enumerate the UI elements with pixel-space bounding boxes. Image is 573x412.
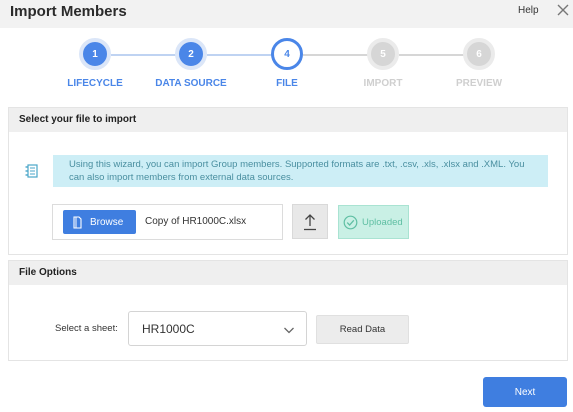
chevron-down-icon xyxy=(284,327,294,334)
select-file-header: Select your file to import xyxy=(9,108,567,132)
step-number: 1 xyxy=(79,38,111,70)
close-icon[interactable] xyxy=(556,3,570,17)
step-number: 6 xyxy=(463,38,495,70)
file-options-header: File Options xyxy=(9,261,567,285)
file-icon xyxy=(73,215,82,229)
browse-label: Browse xyxy=(90,216,124,228)
read-data-button[interactable]: Read Data xyxy=(316,315,409,344)
browse-button[interactable]: Browse xyxy=(63,210,136,234)
wizard-stepper: 1 LIFECYCLE 2 DATA SOURCE 4 FILE 5 IMPOR… xyxy=(0,38,573,98)
upload-button[interactable] xyxy=(292,204,328,239)
step-number: 5 xyxy=(367,38,399,70)
file-name: Copy of HR1000C.xlsx xyxy=(145,216,247,227)
sheet-label: Select a sheet: xyxy=(55,323,118,334)
sheet-select[interactable]: HR1000C xyxy=(128,311,307,346)
next-button[interactable]: Next xyxy=(483,377,567,407)
help-link[interactable]: Help xyxy=(518,5,539,16)
file-picker: Browse Copy of HR1000C.xlsx xyxy=(52,204,283,240)
dialog-titlebar: Import Members Help xyxy=(0,0,573,28)
step-label: PREVIEW xyxy=(455,78,503,89)
step-number: 2 xyxy=(175,38,207,70)
upload-status-badge: Uploaded xyxy=(338,205,409,239)
check-circle-icon xyxy=(343,215,358,229)
list-icon xyxy=(25,164,38,178)
info-message: Using this wizard, you can import Group … xyxy=(53,155,548,187)
step-number: 4 xyxy=(271,38,303,70)
upload-icon xyxy=(304,213,316,230)
step-preview: 6 PREVIEW xyxy=(419,38,539,89)
sheet-select-value: HR1000C xyxy=(142,322,195,336)
upload-status-label: Uploaded xyxy=(362,216,403,228)
dialog-title: Import Members xyxy=(10,3,127,20)
